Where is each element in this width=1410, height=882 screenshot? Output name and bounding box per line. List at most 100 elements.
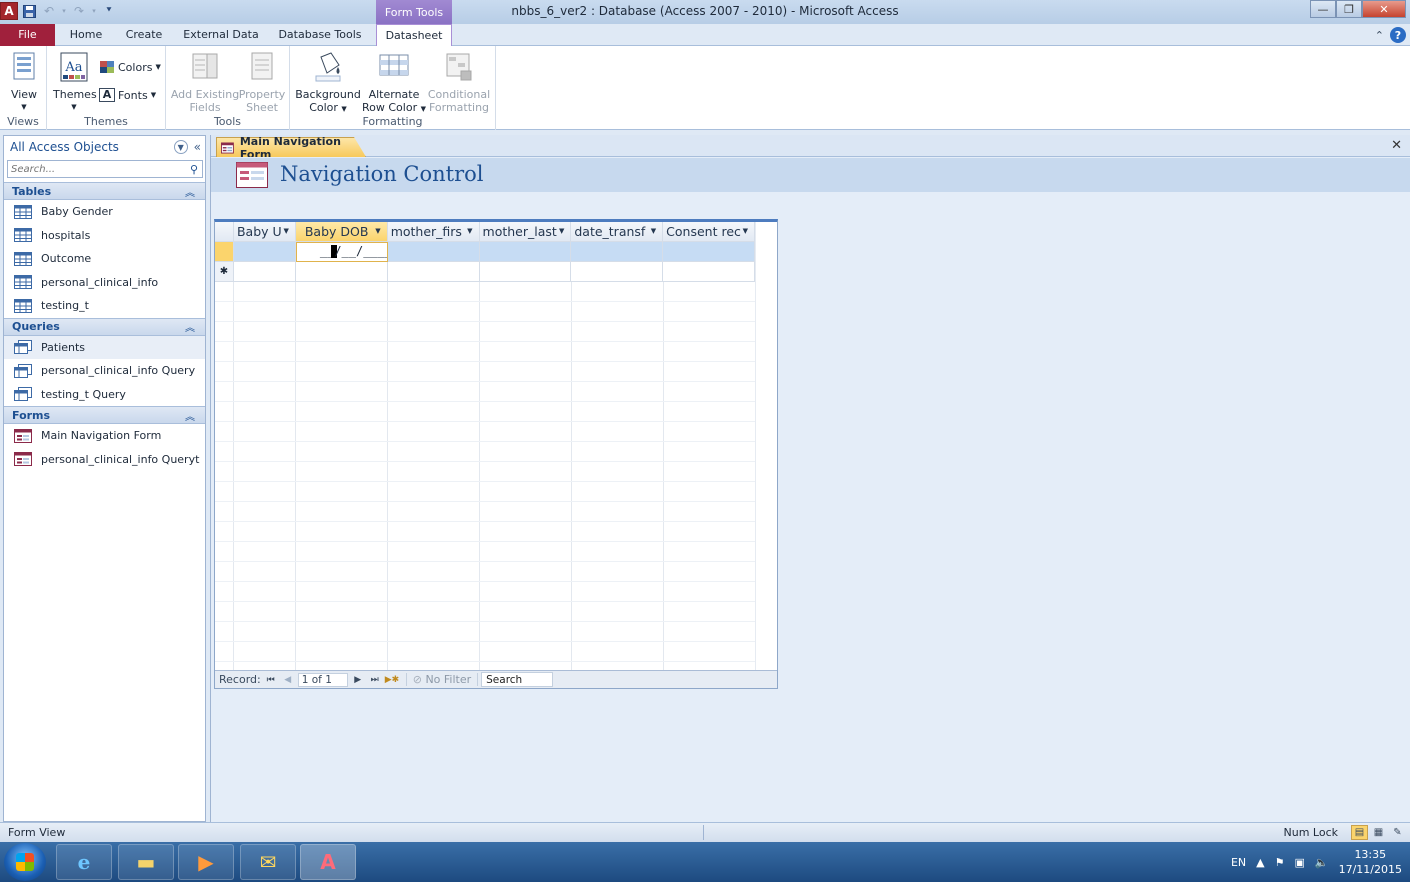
datasheet-scroll-area[interactable] [755, 222, 777, 670]
maximize-button[interactable]: ❐ [1336, 0, 1362, 18]
input-language[interactable]: EN [1231, 856, 1246, 869]
minimize-button[interactable]: — [1310, 0, 1336, 18]
themes-button[interactable]: Aa Themes ▼ [53, 51, 97, 114]
column-header-label: date_transf [574, 224, 646, 239]
new-cell[interactable] [479, 262, 572, 282]
alternate-row-color-button[interactable]: Alternate Row Color ▼ [362, 51, 426, 116]
column-header-consent-rec[interactable]: Consent rec ▼ [663, 222, 755, 242]
record-search-input[interactable] [481, 672, 554, 687]
document-tab-main-navigation-form[interactable]: Main Navigation Form [216, 137, 366, 157]
column-dropdown-icon[interactable]: ▼ [467, 222, 472, 241]
column-header-baby-dob[interactable]: Baby DOB ▼ [295, 222, 388, 242]
cell-baby-u[interactable] [233, 242, 296, 262]
cell-consent-rec[interactable] [663, 242, 756, 262]
tab-file[interactable]: File [0, 24, 55, 46]
query-icon [14, 340, 32, 355]
nav-pane-title[interactable]: All Access Objects [10, 140, 119, 154]
last-record-icon[interactable]: ⏭ [368, 675, 382, 685]
column-dropdown-icon[interactable]: ▼ [283, 222, 288, 241]
shutter-bar-close-icon[interactable]: « [194, 140, 201, 154]
new-record-icon[interactable]: ▶✱ [385, 675, 399, 685]
nav-item-patients[interactable]: Patients [4, 335, 205, 359]
action-center-icon[interactable]: ⚑ [1275, 856, 1285, 869]
outlook-icon[interactable]: ✉ [240, 844, 296, 880]
fonts-button[interactable]: A Fonts ▼ [99, 88, 156, 102]
previous-record-icon[interactable]: ◀ [281, 675, 295, 685]
internet-explorer-icon[interactable]: e [56, 844, 112, 880]
background-color-button[interactable]: Background Color ▼ [294, 51, 362, 116]
nav-item-personal-clinical-info-queryt[interactable]: personal_clinical_info Queryt [4, 448, 205, 472]
nav-item-testing-t[interactable]: testing_t [4, 294, 205, 318]
nav-item-outcome[interactable]: Outcome [4, 247, 205, 271]
column-header-mother-first[interactable]: mother_firs ▼ [387, 222, 480, 242]
nav-item-personal-clinical-info-query[interactable]: personal_clinical_info Query [4, 359, 205, 383]
search-icon[interactable]: ⚲ [186, 163, 202, 176]
add-existing-fields-button[interactable]: Add Existing Fields [170, 51, 240, 114]
nav-search-box: ⚲ [7, 160, 203, 178]
nav-item-baby-gender[interactable]: Baby Gender [4, 200, 205, 224]
close-document-icon[interactable]: ✕ [1391, 138, 1402, 153]
column-dropdown-icon[interactable]: ▼ [651, 222, 656, 241]
column-header-date-transf[interactable]: date_transf ▼ [571, 222, 664, 242]
nav-section-forms-label: Forms [12, 408, 51, 422]
record-selector[interactable] [215, 242, 234, 262]
nav-section-tables[interactable]: Tables ︽ [4, 182, 205, 200]
column-dropdown-icon[interactable]: ▼ [559, 222, 564, 241]
start-button[interactable] [4, 843, 46, 881]
cell-mother-last[interactable] [479, 242, 572, 262]
nav-item-label: Baby Gender [41, 205, 113, 219]
nav-section-queries[interactable]: Queries ︽ [4, 317, 205, 336]
design-view-icon[interactable]: ✎ [1389, 825, 1406, 840]
nav-section-forms[interactable]: Forms ︽ [4, 406, 205, 424]
cell-baby-dob-input[interactable]: __/__/____ [295, 242, 388, 262]
network-icon[interactable]: ▣ [1294, 856, 1304, 869]
column-dropdown-icon[interactable]: ▼ [375, 222, 380, 241]
property-sheet-button[interactable]: Property Sheet [238, 51, 286, 114]
first-record-icon[interactable]: ⏮ [264, 675, 278, 685]
table-icon [14, 298, 32, 313]
alternate-row-color-label-1: Alternate [368, 88, 420, 101]
tab-datasheet[interactable]: Datasheet [376, 24, 452, 47]
help-icon[interactable]: ? [1390, 27, 1406, 43]
cell-mother-first[interactable] [387, 242, 480, 262]
tab-home[interactable]: Home [62, 24, 110, 46]
new-cell[interactable] [387, 262, 480, 282]
tab-external-data[interactable]: External Data [178, 24, 264, 46]
form-view-icon[interactable]: ▤ [1351, 825, 1368, 840]
new-cell[interactable] [571, 262, 664, 282]
nav-search-input[interactable] [8, 161, 186, 177]
tab-create[interactable]: Create [120, 24, 168, 46]
next-record-icon[interactable]: ▶ [351, 675, 365, 685]
show-hidden-icons-icon[interactable]: ▲ [1256, 856, 1264, 869]
themes-icon: Aa [60, 52, 88, 82]
view-button[interactable]: View ▼ [6, 51, 42, 114]
conditional-formatting-label-1: Conditional [427, 88, 491, 101]
nav-item-main-navigation-form[interactable]: Main Navigation Form [4, 424, 205, 448]
nav-item-hospitals[interactable]: hospitals [4, 224, 205, 248]
layout-view-icon[interactable]: ▦ [1370, 825, 1387, 840]
new-cell[interactable] [233, 262, 296, 282]
nav-menu-chevron-icon[interactable]: ▼ [173, 140, 188, 154]
conditional-formatting-button[interactable]: Conditional Formatting [426, 51, 492, 114]
taskbar-clock[interactable]: 13:35 17/11/2015 [1339, 847, 1402, 877]
nav-item-personal-clinical-info[interactable]: personal_clinical_info [4, 271, 205, 295]
column-dropdown-icon[interactable]: ▼ [743, 222, 748, 241]
new-cell[interactable] [295, 262, 388, 282]
file-explorer-icon[interactable]: ▬ [118, 844, 174, 880]
colors-button[interactable]: Colors ▼ [99, 60, 161, 74]
column-header-baby-u[interactable]: Baby U ▼ [233, 222, 296, 242]
tab-database-tools[interactable]: Database Tools [274, 24, 366, 46]
nav-item-testing-t-query[interactable]: testing_t Query [4, 383, 205, 407]
minimize-ribbon-icon[interactable]: ⌃ [1375, 29, 1384, 42]
column-header-mother-last[interactable]: mother_last ▼ [479, 222, 572, 242]
filter-toggle[interactable]: ⊘ No Filter [405, 673, 479, 686]
access-taskbar-icon[interactable]: A [300, 844, 356, 880]
new-cell[interactable] [663, 262, 755, 282]
close-button[interactable]: ✕ [1362, 0, 1406, 18]
media-player-icon[interactable]: ▶ [178, 844, 234, 880]
current-record-field[interactable]: 1 of 1 [297, 672, 348, 687]
volume-icon[interactable]: 🔈 [1315, 856, 1329, 869]
new-record-marker[interactable]: ✱ [215, 262, 234, 282]
cell-date-transf[interactable] [571, 242, 664, 262]
select-all-corner[interactable] [215, 222, 234, 242]
